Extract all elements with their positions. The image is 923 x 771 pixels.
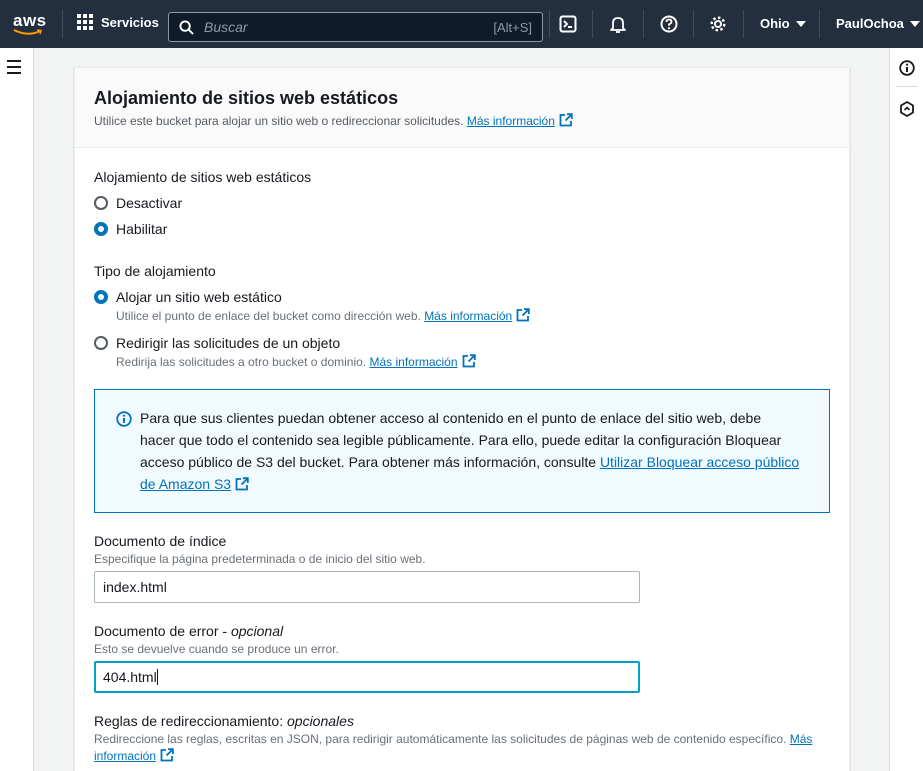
host-static-desc-text: Utilice el punto de enlace del bucket co… bbox=[116, 309, 421, 323]
panel-title: Alojamiento de sitios web estáticos bbox=[94, 88, 399, 108]
redirect-rules-desc-line2: información bbox=[94, 748, 174, 763]
redirect-rules-desc: Redireccione las reglas, escritas en JSO… bbox=[94, 732, 812, 746]
redirect-desc-text: Redirija las solicitudes a otro bucket o… bbox=[116, 355, 367, 369]
host-static-desc: Utilice el punto de enlace del bucket co… bbox=[116, 308, 530, 323]
more-info-link[interactable]: Más bbox=[790, 732, 813, 746]
enable-radio-label[interactable]: Habilitar bbox=[116, 221, 167, 237]
search-icon bbox=[179, 19, 194, 35]
search-placeholder: Buscar bbox=[204, 19, 248, 35]
redirect-rules-label-text: Reglas de redireccionamiento: bbox=[94, 713, 287, 729]
feedback-icon[interactable] bbox=[899, 101, 915, 117]
top-navigation: aws Servicios Buscar [Alt+S] Ohio PaulOc… bbox=[0, 0, 923, 48]
left-sidebar bbox=[0, 48, 34, 771]
more-info-link[interactable]: información bbox=[94, 749, 156, 763]
region-selector[interactable]: Ohio bbox=[760, 16, 806, 31]
external-link-icon bbox=[235, 477, 249, 491]
error-doc-label-text: Documento de error - bbox=[94, 623, 231, 639]
alert-text: Para que sus clientes puedan obtener acc… bbox=[140, 407, 800, 495]
external-link-icon bbox=[160, 748, 174, 762]
search-shortcut: [Alt+S] bbox=[493, 19, 532, 35]
info-icon[interactable] bbox=[899, 60, 915, 76]
nav-divider bbox=[549, 10, 550, 38]
nav-divider bbox=[62, 10, 63, 38]
right-sidebar bbox=[889, 48, 923, 771]
error-doc-input[interactable]: 404.html bbox=[94, 661, 640, 693]
nav-divider bbox=[819, 10, 820, 38]
text-cursor bbox=[156, 669, 158, 685]
redirect-desc: Redirija las solicitudes a otro bucket o… bbox=[116, 354, 476, 369]
redirect-rules-label: Reglas de redireccionamiento: opcionales bbox=[94, 713, 354, 729]
redirect-radio[interactable] bbox=[94, 336, 108, 350]
services-label: Servicios bbox=[101, 14, 159, 30]
nav-divider bbox=[743, 10, 744, 38]
host-static-radio-label[interactable]: Alojar un sitio web estático bbox=[116, 289, 282, 305]
info-alert: Para que sus clientes puedan obtener acc… bbox=[94, 389, 830, 513]
more-info-link[interactable]: Más información bbox=[369, 355, 457, 369]
error-doc-optional: opcional bbox=[230, 623, 284, 639]
cloudshell-icon[interactable] bbox=[558, 14, 578, 34]
more-info-link[interactable]: Más información bbox=[424, 309, 512, 323]
user-label: PaulOchoa bbox=[836, 16, 904, 31]
aws-smile-icon bbox=[13, 29, 43, 35]
right-sidebar-divider bbox=[896, 86, 918, 87]
host-static-radio[interactable] bbox=[94, 290, 108, 304]
error-doc-label: Documento de error - opcional bbox=[94, 623, 283, 639]
external-link-icon bbox=[559, 113, 573, 127]
disable-radio[interactable] bbox=[94, 196, 108, 210]
external-link-icon bbox=[462, 354, 476, 368]
gear-icon[interactable] bbox=[708, 14, 728, 34]
disable-radio-label[interactable]: Desactivar bbox=[116, 195, 182, 211]
panel-description: Utilice este bucket para alojar un sitio… bbox=[94, 113, 573, 128]
grid-icon bbox=[77, 14, 93, 30]
more-info-link[interactable]: Más información bbox=[467, 114, 555, 128]
region-label: Ohio bbox=[760, 16, 790, 31]
static-hosting-panel: Alojamiento de sitios web estáticos Util… bbox=[74, 67, 850, 771]
nav-divider bbox=[693, 10, 694, 38]
panel-description-text: Utilice este bucket para alojar un sitio… bbox=[94, 114, 464, 128]
aws-logo-text: aws bbox=[13, 11, 47, 30]
index-doc-value: index.html bbox=[103, 579, 167, 595]
enable-radio[interactable] bbox=[94, 222, 108, 236]
index-doc-label: Documento de índice bbox=[94, 533, 227, 549]
hosting-type-label: Tipo de alojamiento bbox=[94, 263, 216, 279]
caret-down-icon bbox=[909, 20, 920, 27]
menu-icon[interactable] bbox=[7, 60, 21, 78]
services-menu[interactable]: Servicios bbox=[77, 14, 159, 30]
redirect-rules-optional: opcionales bbox=[287, 713, 354, 729]
error-doc-desc: Esto se devuelve cuando se produce un er… bbox=[94, 642, 339, 656]
caret-down-icon bbox=[795, 20, 806, 27]
help-icon[interactable] bbox=[659, 14, 679, 34]
redirect-rules-desc-text: Redireccione las reglas, escritas en JSO… bbox=[94, 732, 787, 746]
error-doc-value: 404.html bbox=[103, 669, 157, 685]
index-doc-input[interactable]: index.html bbox=[94, 571, 640, 603]
hosting-label: Alojamiento de sitios web estáticos bbox=[94, 169, 312, 185]
info-icon bbox=[116, 411, 132, 427]
search-input[interactable]: Buscar [Alt+S] bbox=[168, 12, 543, 42]
nav-divider bbox=[592, 10, 593, 38]
external-link-icon bbox=[516, 308, 530, 322]
aws-logo[interactable]: aws bbox=[13, 11, 47, 38]
nav-divider bbox=[643, 10, 644, 38]
bell-icon[interactable] bbox=[608, 14, 628, 34]
user-menu[interactable]: PaulOchoa bbox=[836, 16, 920, 31]
index-doc-desc: Especifique la página predeterminada o d… bbox=[94, 552, 426, 566]
redirect-radio-label[interactable]: Redirigir las solicitudes de un objeto bbox=[116, 335, 340, 351]
panel-header: Alojamiento de sitios web estáticos Util… bbox=[75, 68, 849, 148]
